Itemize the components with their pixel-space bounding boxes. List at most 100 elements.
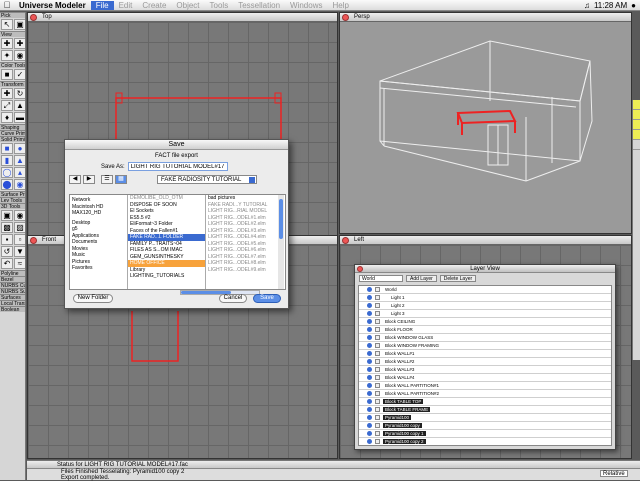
menu-windows[interactable]: Windows bbox=[285, 1, 327, 10]
layer-row[interactable]: Block WINDOW FRAMING bbox=[359, 342, 611, 350]
camera-icon[interactable]: ◉ bbox=[14, 50, 25, 61]
eyedropper-icon[interactable]: ✓ bbox=[14, 69, 25, 80]
color-swatch-icon[interactable]: ■ bbox=[1, 69, 13, 80]
clock[interactable]: 11:28 AM bbox=[594, 1, 627, 10]
lock-icon[interactable] bbox=[375, 431, 380, 436]
extrude-icon[interactable]: ▣ bbox=[1, 210, 13, 221]
spotlight-icon[interactable]: ● bbox=[631, 1, 636, 10]
visibility-icon[interactable] bbox=[367, 335, 372, 340]
app-menu[interactable]: Universe Modeler bbox=[14, 1, 91, 10]
layer-row[interactable]: Block WALL#3 bbox=[359, 366, 611, 374]
forward-icon[interactable]: ▶ bbox=[83, 175, 95, 184]
layer-list[interactable]: World Light 1 Light 2 Light 3 Block CEILING B… bbox=[358, 285, 612, 446]
save-button[interactable]: Save bbox=[253, 294, 281, 303]
layer-row[interactable]: Light 3 bbox=[359, 310, 611, 318]
lock-icon[interactable] bbox=[375, 303, 380, 308]
lock-icon[interactable] bbox=[375, 351, 380, 356]
close-icon[interactable] bbox=[342, 237, 349, 244]
lock-icon[interactable] bbox=[375, 319, 380, 324]
visibility-icon[interactable] bbox=[367, 399, 372, 404]
bend-icon[interactable]: ↶ bbox=[1, 258, 13, 269]
save-as-input[interactable] bbox=[127, 162, 228, 171]
lock-icon[interactable] bbox=[375, 367, 380, 372]
layer-row[interactable]: Block TABLE FRAME bbox=[359, 406, 611, 414]
lock-icon[interactable] bbox=[375, 391, 380, 396]
layer-row[interactable]: Block WALL PARTITION#2 bbox=[359, 390, 611, 398]
layer-row[interactable]: Block WALL#2 bbox=[359, 358, 611, 366]
layer-row[interactable]: Block WALL PARTITION#1 bbox=[359, 382, 611, 390]
scroll-thumb[interactable] bbox=[279, 199, 283, 239]
lock-icon[interactable] bbox=[375, 335, 380, 340]
menu-object[interactable]: Object bbox=[171, 1, 204, 10]
lock-icon[interactable] bbox=[375, 311, 380, 316]
rotate-icon[interactable]: ↻ bbox=[14, 88, 25, 99]
layer-row[interactable]: Block WALL#1 bbox=[359, 350, 611, 358]
layer-row[interactable]: Block WINDOW GLASS bbox=[359, 334, 611, 342]
delete-layer-button[interactable]: Delete Layer bbox=[439, 275, 477, 282]
layer-row[interactable]: Light 2 bbox=[359, 302, 611, 310]
visibility-icon[interactable] bbox=[367, 319, 372, 324]
new-folder-button[interactable]: New Folder bbox=[73, 294, 113, 303]
volume-icon[interactable]: ♫ bbox=[584, 1, 590, 10]
align-icon[interactable]: ▬ bbox=[14, 112, 25, 123]
lock-icon[interactable] bbox=[375, 327, 380, 332]
layer-row[interactable]: Pyramid100 bbox=[359, 414, 611, 422]
visibility-icon[interactable] bbox=[367, 415, 372, 420]
lock-icon[interactable] bbox=[375, 359, 380, 364]
cylinder-icon[interactable]: ▮ bbox=[1, 155, 13, 166]
lock-icon[interactable] bbox=[375, 407, 380, 412]
list-item[interactable]: LIGHTING_TUTORIALS bbox=[128, 273, 205, 280]
skew-icon[interactable]: ▲ bbox=[14, 100, 25, 111]
layer-row[interactable]: Block FLOOR bbox=[359, 326, 611, 334]
right-tool-4[interactable] bbox=[633, 130, 640, 140]
viewport-persp[interactable]: Persp bbox=[339, 12, 632, 234]
layer-row[interactable]: Block TABLE TOP bbox=[359, 398, 611, 406]
visibility-icon[interactable] bbox=[367, 359, 372, 364]
torus-icon[interactable]: ◯ bbox=[1, 167, 13, 178]
cancel-button[interactable]: Cancel bbox=[219, 294, 247, 303]
visibility-icon[interactable] bbox=[367, 391, 372, 396]
layer-row[interactable]: World bbox=[359, 286, 611, 294]
file-browser[interactable]: Network Macintosh HD MAX120_HD Desktop g… bbox=[69, 194, 286, 290]
vertical-scrollbar[interactable] bbox=[278, 195, 284, 289]
cube-icon[interactable]: ■ bbox=[1, 143, 13, 154]
lock-icon[interactable] bbox=[375, 399, 380, 404]
visibility-icon[interactable] bbox=[367, 439, 372, 444]
layer-row[interactable]: Light 1 bbox=[359, 294, 611, 302]
translate-icon[interactable]: ✚ bbox=[1, 88, 13, 99]
lock-icon[interactable] bbox=[375, 287, 380, 292]
menu-create[interactable]: Create bbox=[137, 1, 171, 10]
menu-help[interactable]: Help bbox=[327, 1, 353, 10]
visibility-icon[interactable] bbox=[367, 423, 372, 428]
layer-row[interactable]: Block CEILING bbox=[359, 318, 611, 326]
add-layer-button[interactable]: Add Layer bbox=[406, 275, 437, 282]
bevel-icon[interactable]: ▫ bbox=[14, 234, 25, 245]
wave-icon[interactable]: ≈ bbox=[14, 258, 25, 269]
list-item[interactable]: LIGHT RIG...ODEL#9.elm bbox=[206, 267, 278, 274]
menu-edit[interactable]: Edit bbox=[114, 1, 138, 10]
menu-tools[interactable]: Tools bbox=[205, 1, 234, 10]
lock-icon[interactable] bbox=[375, 439, 380, 444]
lock-icon[interactable] bbox=[375, 295, 380, 300]
sidebar-item-max120-hd[interactable]: MAX120_HD bbox=[70, 210, 127, 217]
cube-select-icon[interactable]: ▣ bbox=[14, 19, 25, 30]
pan-icon[interactable]: ✚ bbox=[14, 38, 25, 49]
column-view-icon[interactable]: ▦ bbox=[115, 175, 127, 184]
lock-icon[interactable] bbox=[375, 423, 380, 428]
lock-icon[interactable] bbox=[375, 415, 380, 420]
visibility-icon[interactable] bbox=[367, 431, 372, 436]
scale-icon[interactable]: ⤢ bbox=[1, 100, 13, 111]
close-icon[interactable] bbox=[357, 266, 363, 272]
disk-icon[interactable]: ⬤ bbox=[1, 179, 13, 190]
back-icon[interactable]: ◀ bbox=[69, 175, 81, 184]
lock-icon[interactable] bbox=[375, 383, 380, 388]
visibility-icon[interactable] bbox=[367, 303, 372, 308]
sweep-icon[interactable]: ▩ bbox=[1, 222, 13, 233]
visibility-icon[interactable] bbox=[367, 367, 372, 372]
twist-icon[interactable]: ↺ bbox=[1, 246, 13, 257]
arrow-tool-icon[interactable]: ↖ bbox=[1, 19, 13, 30]
menu-tessellation[interactable]: Tessellation bbox=[233, 1, 285, 10]
layer-select[interactable]: World bbox=[359, 275, 403, 282]
rotate-view-icon[interactable]: ✦ bbox=[1, 50, 13, 61]
visibility-icon[interactable] bbox=[367, 311, 372, 316]
